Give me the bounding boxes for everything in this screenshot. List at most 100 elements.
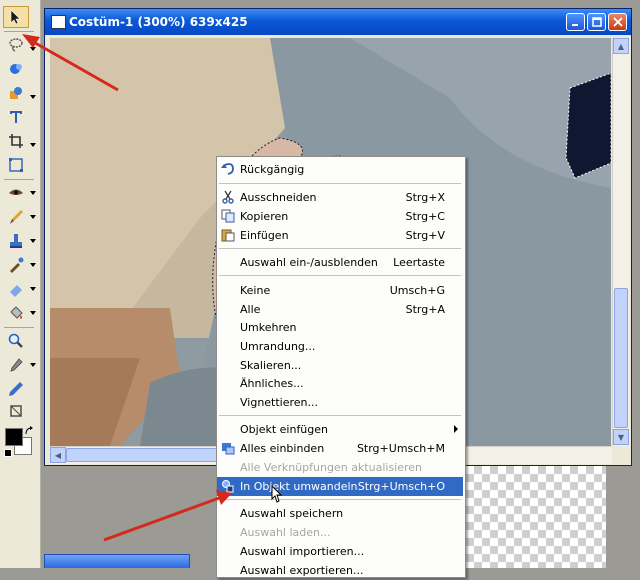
text-tool[interactable] bbox=[3, 106, 29, 128]
eyedropper-tool[interactable] bbox=[3, 354, 29, 376]
scroll-left-button[interactable]: ◀ bbox=[50, 447, 66, 463]
menu-item-invert[interactable]: Umkehren bbox=[217, 318, 463, 337]
eyedropper-icon bbox=[10, 358, 23, 372]
eye-icon bbox=[9, 189, 23, 195]
hand-tool[interactable] bbox=[3, 400, 29, 422]
dropdown-arrow-icon[interactable] bbox=[29, 361, 37, 369]
brush-icon bbox=[10, 210, 23, 224]
pen-tool[interactable] bbox=[3, 378, 29, 400]
menu-item-all[interactable]: Alle Strg+A bbox=[217, 300, 463, 319]
crop-icon bbox=[9, 134, 23, 148]
menu-item-label: Auswahl exportieren... bbox=[240, 564, 364, 577]
dropdown-arrow-icon[interactable] bbox=[29, 309, 37, 317]
submenu-arrow-icon bbox=[454, 425, 458, 433]
paste-icon bbox=[221, 229, 235, 242]
pointer-tool[interactable] bbox=[3, 6, 29, 28]
swap-colors-icon[interactable] bbox=[24, 426, 34, 436]
maximize-button[interactable] bbox=[587, 13, 606, 31]
menu-item-copy[interactable]: Kopieren Strg+C bbox=[217, 207, 463, 226]
menu-item-save-selection[interactable]: Auswahl speichern bbox=[217, 504, 463, 523]
menu-item-label: Kopieren bbox=[240, 210, 289, 223]
menu-item-embed-all[interactable]: Alles einbinden Strg+Umsch+M bbox=[217, 439, 463, 458]
transform-tool[interactable] bbox=[3, 154, 29, 176]
foreground-color-swatch[interactable] bbox=[5, 428, 23, 446]
minimized-window-titlebar[interactable] bbox=[44, 554, 190, 568]
title-bar[interactable]: Costüm-1 (300%) 639x425 bbox=[45, 9, 631, 35]
vertical-scroll-thumb[interactable] bbox=[614, 288, 628, 428]
toolbox-separator bbox=[4, 31, 34, 32]
dropdown-arrow-icon[interactable] bbox=[29, 237, 37, 245]
toolbox-separator bbox=[4, 327, 34, 328]
close-icon bbox=[612, 17, 623, 27]
airbrush-icon bbox=[10, 257, 24, 273]
minimize-icon bbox=[571, 24, 578, 26]
transparent-canvas-area bbox=[466, 466, 606, 568]
minimize-button[interactable] bbox=[566, 13, 585, 31]
menu-item-label: Alles einbinden bbox=[240, 442, 325, 455]
magic-wand-tool[interactable] bbox=[3, 58, 29, 80]
airbrush-tool[interactable] bbox=[3, 254, 29, 276]
menu-item-none[interactable]: Keine Umsch+G bbox=[217, 281, 463, 300]
dropdown-arrow-icon[interactable] bbox=[29, 189, 37, 197]
dropdown-arrow-icon[interactable] bbox=[29, 141, 37, 149]
zoom-tool[interactable] bbox=[3, 330, 29, 352]
eye-tool[interactable] bbox=[3, 182, 29, 204]
menu-item-import-selection[interactable]: Auswahl importieren... bbox=[217, 542, 463, 561]
menu-item-shortcut: Strg+V bbox=[405, 229, 445, 242]
magnifier-icon bbox=[8, 333, 23, 348]
dropdown-arrow-icon[interactable] bbox=[29, 285, 37, 293]
toolbox-separator bbox=[4, 179, 34, 180]
context-menu: Rückgängig Ausschneiden Strg+X Kopieren … bbox=[216, 156, 466, 578]
vertical-scrollbar[interactable]: ▲ ▼ bbox=[612, 38, 630, 446]
menu-item-shortcut: Strg+A bbox=[405, 303, 445, 316]
crop-tool[interactable] bbox=[3, 130, 29, 152]
eraser-icon bbox=[10, 285, 22, 297]
document-icon bbox=[51, 15, 66, 29]
eraser-tool[interactable] bbox=[3, 278, 29, 300]
undo-icon bbox=[221, 163, 234, 175]
menu-item-cut[interactable]: Ausschneiden Strg+X bbox=[217, 188, 463, 207]
menu-item-label: Alle bbox=[240, 303, 261, 316]
dropdown-arrow-icon[interactable] bbox=[29, 45, 37, 53]
scroll-down-button[interactable]: ▼ bbox=[613, 429, 629, 445]
menu-item-paste[interactable]: Einfügen Strg+V bbox=[217, 226, 463, 245]
shape-tool[interactable] bbox=[3, 82, 29, 104]
menu-item-export-selection[interactable]: Auswahl exportieren... bbox=[217, 561, 463, 580]
lasso-tool[interactable] bbox=[3, 34, 29, 56]
menu-item-similar[interactable]: Ähnliches... bbox=[217, 374, 463, 393]
menu-item-label: Keine bbox=[240, 284, 271, 297]
menu-item-label: Objekt einfügen bbox=[240, 423, 329, 436]
menu-item-shortcut: Strg+Umsch+M bbox=[356, 442, 445, 455]
menu-item-border[interactable]: Umrandung... bbox=[217, 337, 463, 356]
convert-object-icon bbox=[222, 480, 234, 493]
menu-item-label: Einfügen bbox=[240, 229, 289, 242]
menu-item-toggle-selection[interactable]: Auswahl ein-/ausblenden Leertaste bbox=[217, 253, 463, 272]
menu-item-label: Umrandung... bbox=[240, 340, 316, 353]
menu-item-scale[interactable]: Skalieren... bbox=[217, 356, 463, 375]
toolbox bbox=[0, 0, 41, 568]
mouse-cursor-icon bbox=[271, 485, 283, 503]
embed-icon bbox=[222, 443, 235, 455]
menu-item-label: Vignettieren... bbox=[240, 396, 319, 409]
dropdown-arrow-icon[interactable] bbox=[29, 213, 37, 221]
menu-item-vignette[interactable]: Vignettieren... bbox=[217, 393, 463, 412]
scroll-up-button[interactable]: ▲ bbox=[613, 38, 629, 54]
menu-item-label: Auswahl importieren... bbox=[240, 545, 365, 558]
stamp-tool[interactable] bbox=[3, 230, 29, 252]
transform-icon bbox=[9, 158, 23, 172]
menu-separator bbox=[219, 183, 461, 184]
close-button[interactable] bbox=[608, 13, 627, 31]
stamp-icon bbox=[10, 234, 22, 248]
dropdown-arrow-icon[interactable] bbox=[29, 261, 37, 269]
menu-item-label: Auswahl laden... bbox=[240, 526, 331, 539]
dropdown-arrow-icon[interactable] bbox=[29, 93, 37, 101]
reset-colors-icon[interactable] bbox=[4, 449, 12, 457]
menu-item-insert-object[interactable]: Objekt einfügen bbox=[217, 420, 463, 439]
menu-item-label: Alle Verknüpfungen aktualisieren bbox=[240, 461, 423, 474]
fill-tool[interactable] bbox=[3, 302, 29, 324]
menu-item-undo[interactable]: Rückgängig bbox=[217, 160, 463, 179]
menu-item-label: Auswahl ein-/ausblenden bbox=[240, 256, 378, 269]
menu-item-convert-to-object[interactable]: In Objekt umwandeln Strg+Umsch+O bbox=[217, 477, 463, 496]
brush-tool[interactable] bbox=[3, 206, 29, 228]
menu-item-update-links: Alle Verknüpfungen aktualisieren bbox=[217, 458, 463, 477]
